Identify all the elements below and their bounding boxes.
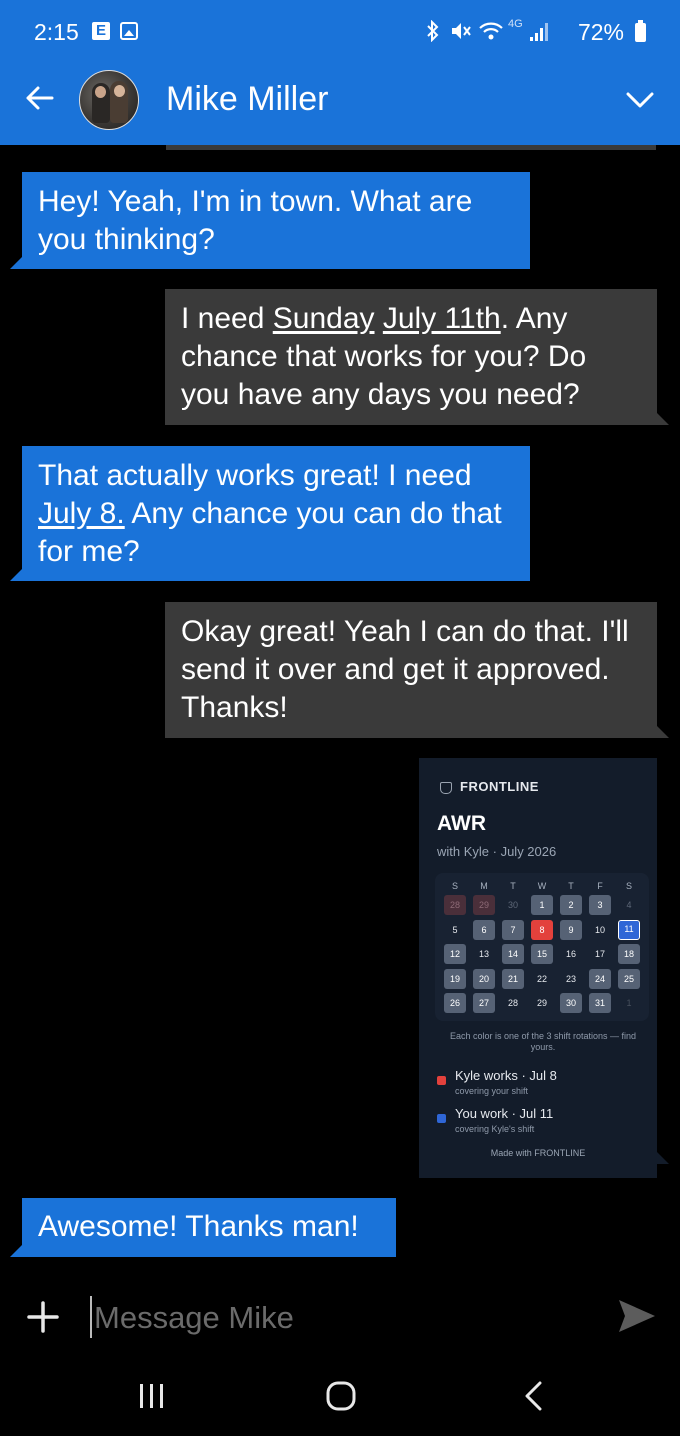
calendar-day: 10 bbox=[594, 924, 605, 935]
app-header: 2:15 E 4G 72% Mike Miller bbox=[0, 0, 680, 145]
calendar-day: 17 bbox=[594, 949, 605, 959]
calendar-day: 26 bbox=[444, 993, 466, 1013]
bubble-tail bbox=[10, 257, 22, 269]
battery-icon bbox=[635, 20, 646, 42]
weekday-header: S bbox=[451, 881, 458, 891]
message-sent[interactable]: Okay great! Yeah I can do that. I'll sen… bbox=[165, 602, 657, 738]
card-note: Each color is one of the 3 shift rotatio… bbox=[449, 1031, 637, 1052]
message-sent[interactable]: I need Sunday July 11th. Any chance that… bbox=[165, 289, 657, 425]
calendar-day: 30 bbox=[560, 993, 582, 1013]
calendar-day: 13 bbox=[478, 949, 489, 959]
legend-label: You work · Jul 11 bbox=[455, 1106, 554, 1121]
calendar-day: 27 bbox=[473, 993, 495, 1013]
calendar-day: 8 bbox=[531, 919, 553, 940]
calendar-day: 11 bbox=[618, 919, 640, 940]
weekday-header: F bbox=[597, 881, 603, 891]
weekday-header: S bbox=[625, 881, 632, 891]
contact-avatar[interactable] bbox=[79, 70, 139, 130]
back-icon[interactable] bbox=[520, 1380, 546, 1412]
weekday-header: T bbox=[568, 881, 574, 891]
card-title: AWR bbox=[437, 812, 486, 835]
send-icon[interactable] bbox=[617, 1298, 657, 1334]
4g-icon: 4G bbox=[508, 18, 523, 30]
bubble-tail bbox=[657, 1152, 669, 1164]
frontline-logo-icon bbox=[440, 782, 452, 794]
calendar-day: 18 bbox=[618, 944, 640, 964]
battery-percent: 72% bbox=[577, 19, 624, 45]
bubble-tail bbox=[657, 413, 669, 425]
calendar-day: 30 bbox=[507, 900, 518, 910]
chevron-down-icon[interactable] bbox=[624, 84, 656, 116]
text-cursor bbox=[90, 1296, 92, 1338]
bubble-tail bbox=[657, 726, 669, 738]
status-time: 2:15 bbox=[34, 19, 79, 45]
calendar-day: 19 bbox=[444, 968, 466, 989]
calendar-day: 28 bbox=[507, 998, 518, 1008]
contact-name[interactable]: Mike Miller bbox=[166, 80, 328, 119]
message-input[interactable] bbox=[94, 1296, 614, 1340]
status-right: 4G 72% bbox=[426, 17, 646, 45]
calendar-day: 12 bbox=[444, 944, 466, 964]
weekday-header: W bbox=[537, 881, 547, 891]
bubble-tail bbox=[10, 1245, 22, 1257]
calendar-day: 28 bbox=[444, 895, 466, 915]
previous-message-edge bbox=[166, 145, 656, 150]
recent-apps-icon[interactable] bbox=[137, 1383, 167, 1409]
legend-detail: covering your shift bbox=[455, 1086, 529, 1096]
calendar-day: 3 bbox=[589, 895, 611, 915]
weekday-header: M bbox=[480, 881, 488, 891]
message-received[interactable]: Hey! Yeah, I'm in town. What are you thi… bbox=[22, 172, 530, 269]
calendar-day: 6 bbox=[473, 919, 495, 940]
calendar-day: 9 bbox=[560, 919, 582, 940]
card-brand: FRONTLINE bbox=[460, 779, 539, 794]
calendar-day: 1 bbox=[531, 895, 553, 915]
legend-label: Kyle works · Jul 8 bbox=[455, 1068, 557, 1083]
calendar-day: 29 bbox=[536, 998, 547, 1008]
calendar-day: 1 bbox=[626, 998, 632, 1008]
calendar-day: 7 bbox=[502, 919, 524, 940]
legend-swatch-red bbox=[437, 1076, 446, 1085]
calendar-day: 20 bbox=[473, 968, 495, 989]
calendar-day: 4 bbox=[626, 900, 632, 910]
calendar-day: 31 bbox=[589, 993, 611, 1013]
calendar-day: 14 bbox=[502, 944, 524, 964]
card-subtitle: with Kyle · July 2026 bbox=[437, 844, 557, 859]
calendar-day: 22 bbox=[536, 973, 547, 984]
e-app-icon: E bbox=[92, 22, 110, 40]
message-received[interactable]: Awesome! Thanks man! bbox=[22, 1198, 396, 1257]
message-received[interactable]: That actually works great! I need July 8… bbox=[22, 446, 530, 581]
calendar-day: 15 bbox=[531, 944, 553, 964]
gallery-icon bbox=[120, 22, 138, 40]
home-icon[interactable] bbox=[325, 1380, 357, 1412]
calendar-day: 29 bbox=[473, 895, 495, 915]
weekday-header: T bbox=[510, 881, 516, 891]
legend-swatch-blue bbox=[437, 1114, 446, 1123]
shared-image-card[interactable]: FRONTLINE AWR with Kyle · July 2026 S M T W… bbox=[419, 758, 657, 1178]
bluetooth-icon bbox=[427, 20, 439, 42]
calendar-day: 2 bbox=[560, 895, 582, 915]
calendar-day: 25 bbox=[618, 968, 640, 989]
card-footer: Made with FRONTLINE bbox=[490, 1148, 586, 1158]
plus-icon[interactable] bbox=[26, 1300, 60, 1334]
bubble-tail bbox=[10, 569, 22, 581]
calendar-day: 5 bbox=[452, 924, 458, 935]
signal-icon bbox=[530, 23, 548, 41]
calendar-day: 24 bbox=[589, 968, 611, 989]
calendar-day: 16 bbox=[565, 949, 576, 959]
calendar-day: 23 bbox=[565, 973, 576, 984]
legend-detail: covering Kyle's shift bbox=[455, 1124, 535, 1134]
calendar-grid: S M T W T F S 28 29 30 1 2 3 4 5 6 7 8 9 10 11 12 13 14 15 16 17 18… bbox=[435, 873, 649, 1021]
calendar-day: 21 bbox=[502, 968, 524, 989]
wifi-icon bbox=[479, 22, 503, 40]
arrow-left-icon[interactable] bbox=[22, 80, 58, 116]
status-bar: 2:15 E 4G 72% bbox=[0, 0, 680, 62]
mute-icon bbox=[452, 23, 471, 39]
